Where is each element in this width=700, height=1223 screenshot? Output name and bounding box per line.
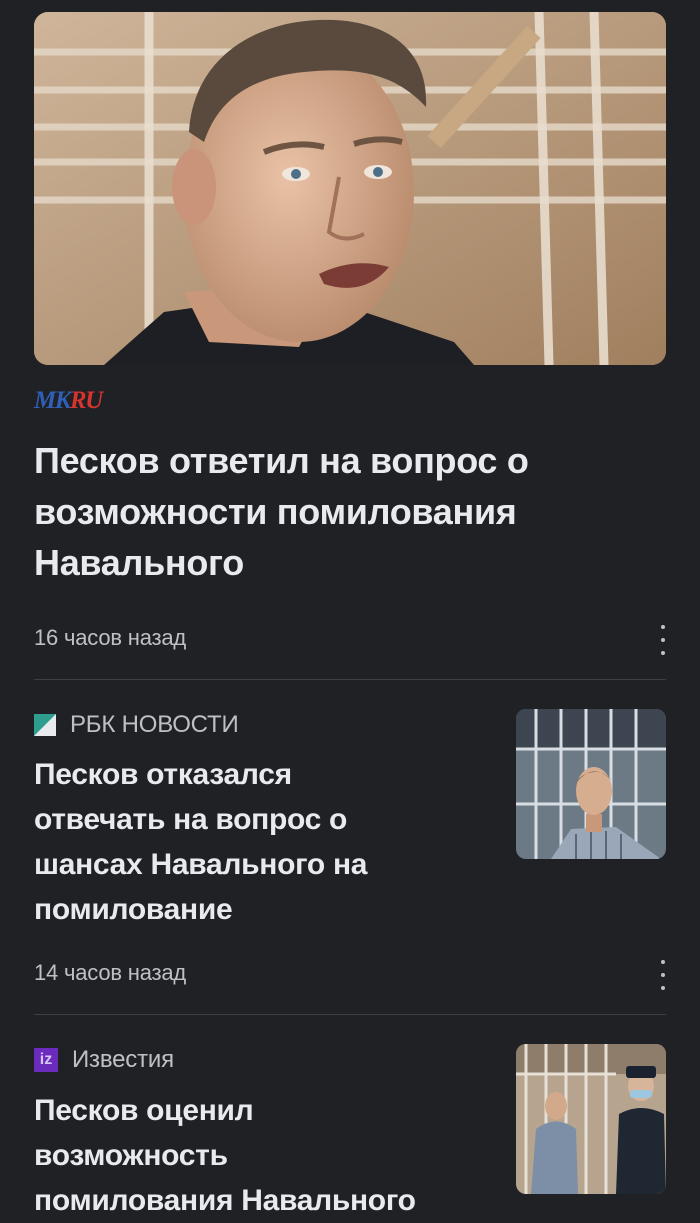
article-hero-image[interactable] — [34, 12, 666, 365]
headline-line: возможности помилования — [34, 491, 517, 532]
more-vert-icon[interactable] — [651, 625, 675, 655]
thumbnail-photo — [516, 1044, 666, 1194]
more-vert-icon[interactable] — [651, 960, 675, 990]
article-source: РБК НОВОСТИ — [34, 711, 239, 739]
article-headline[interactable]: Песков отказался отвечать на вопрос о ша… — [34, 752, 504, 932]
article-thumbnail[interactable] — [516, 1044, 666, 1194]
article-source: MK RU — [34, 387, 103, 414]
headline-line: Песков оценил — [34, 1094, 254, 1127]
source-name: РБК НОВОСТИ — [70, 711, 239, 738]
headline-line: Песков отказался — [34, 758, 292, 791]
article-timestamp: 14 часов назад — [34, 960, 187, 985]
hero-photo — [34, 12, 666, 365]
izvestia-logo-icon: iz — [34, 1048, 58, 1072]
news-feed: MK RU Песков ответил на вопрос о возможно… — [0, 0, 700, 1222]
headline-line: помилование — [34, 893, 233, 926]
thumbnail-photo — [516, 709, 666, 859]
article-thumbnail[interactable] — [516, 709, 666, 859]
headline-line: отвечать на вопрос о — [34, 803, 348, 836]
article-headline[interactable]: Песков оценил возможность помилования На… — [34, 1088, 504, 1223]
headline-line: помилования Навального — [34, 1184, 416, 1217]
source-name: Известия — [72, 1046, 174, 1073]
headline-line: Песков ответил на вопрос о — [34, 440, 529, 481]
divider — [34, 679, 666, 680]
headline-line: возможность — [34, 1139, 228, 1172]
headline-line: Навального — [34, 542, 244, 583]
article-headline[interactable]: Песков ответил на вопрос о возможности п… — [34, 435, 664, 588]
rbc-logo-icon — [34, 714, 56, 736]
mk-ru-logo: MK RU — [34, 387, 103, 414]
article-source: iz Известия — [34, 1046, 174, 1074]
article-timestamp: 16 часов назад — [34, 625, 187, 650]
headline-line: шансах Навального на — [34, 848, 368, 881]
divider — [34, 1014, 666, 1015]
